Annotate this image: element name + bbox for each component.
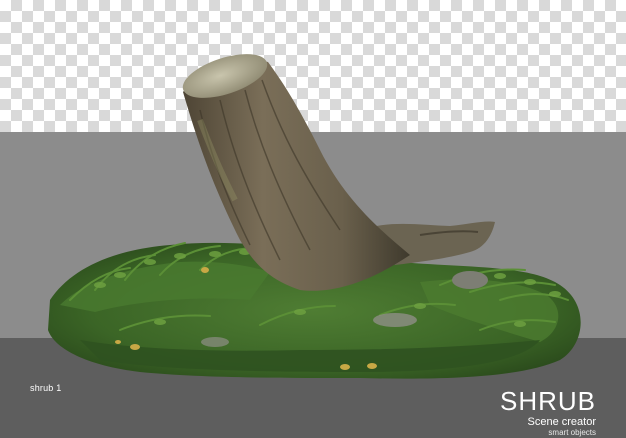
image-caption: shrub 1 — [30, 383, 62, 393]
brand-logo: SHRUB Scene creator smart objects — [500, 388, 596, 437]
tree-stump-illustration — [48, 54, 581, 379]
brand-tagline: smart objects — [548, 428, 596, 437]
brand-title: SHRUB — [499, 386, 596, 416]
brand-subtitle: Scene creator — [527, 416, 596, 428]
